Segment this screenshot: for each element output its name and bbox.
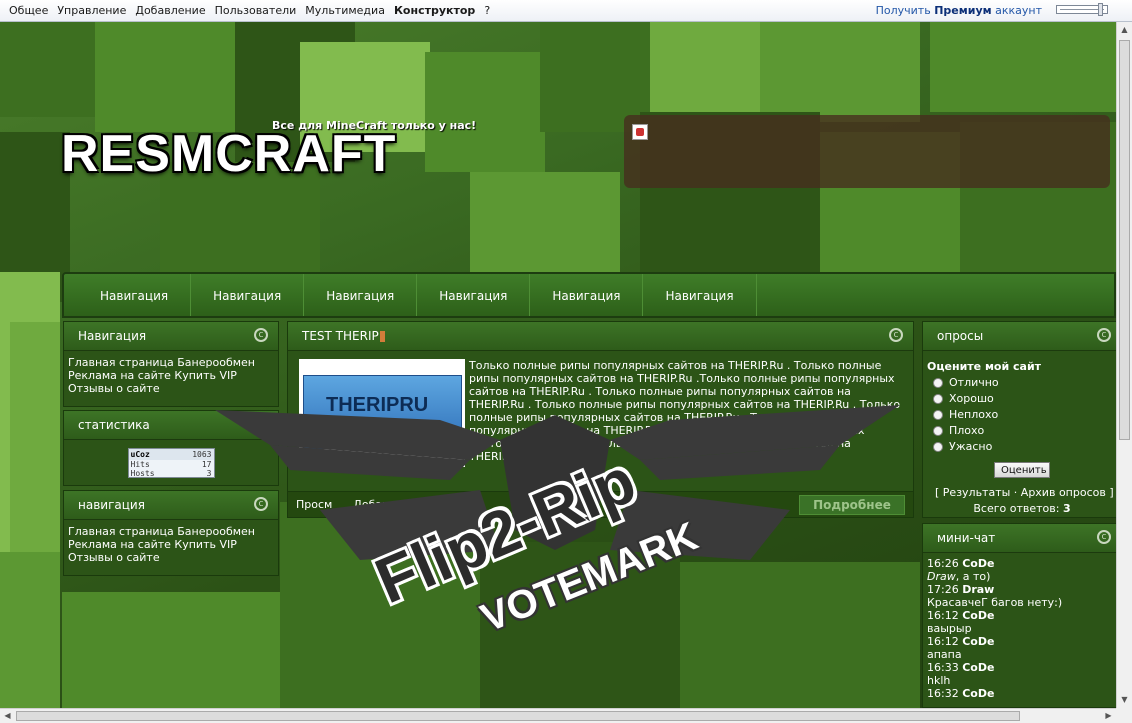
link-advertising[interactable]: Реклама на сайте — [68, 369, 171, 382]
main-navbar: Навигация Навигация Навигация Навигация … — [62, 272, 1116, 318]
nav-item-5[interactable]: Навигация — [530, 274, 644, 316]
chat-message: 17:26 Draw КрасавчеГ багов нету:) — [927, 583, 1063, 609]
header-banner[interactable] — [624, 115, 1110, 188]
admin-menu: Общее Управление Добавление Пользователи… — [9, 4, 490, 17]
admin-menu-constructor[interactable]: Конструктор — [394, 4, 475, 17]
poll-title: опросы — [937, 329, 984, 343]
poll-option[interactable]: Ужасно — [927, 440, 1117, 453]
scroll-thumb[interactable] — [1119, 40, 1130, 440]
poll-option[interactable]: Плохо — [927, 424, 1117, 437]
admin-toolbar: Общее Управление Добавление Пользователи… — [0, 0, 1132, 22]
vertical-scrollbar[interactable]: ▲ ▼ — [1116, 22, 1132, 708]
radio-icon[interactable] — [933, 393, 943, 404]
scroll-left-icon[interactable]: ◀ — [0, 709, 15, 723]
premium-bold: Премиум — [934, 4, 992, 17]
radio-icon[interactable] — [933, 409, 943, 420]
nav-item-3[interactable]: Навигация — [304, 274, 418, 316]
toolbar-slider[interactable] — [1056, 3, 1108, 16]
link-advertising[interactable]: Реклама на сайте — [68, 538, 171, 551]
poll-total: Всего ответов: 3 — [973, 502, 1071, 515]
chat-message: 16:12 CoDe ваырыр — [927, 609, 995, 635]
link-reviews[interactable]: Отзывы о сайте — [68, 551, 160, 564]
copyright-icon: c — [254, 328, 268, 342]
premium-link[interactable]: Получить Премиум аккаунт — [876, 4, 1042, 17]
chat-message: 16:26 CoDe Draw, а то) — [927, 557, 995, 583]
copyright-icon: c — [1097, 328, 1111, 342]
poll-block: опросы c Оцените мой сайт Отлично Хорошо… — [922, 321, 1122, 518]
nav-block-title: Навигация — [78, 329, 147, 343]
watermark-logo: Flip2-Rip VOTEMARK — [200, 400, 910, 700]
vote-button[interactable]: Оценить — [994, 462, 1050, 478]
radio-icon[interactable] — [933, 377, 943, 388]
admin-menu-add[interactable]: Добавление — [135, 4, 205, 17]
poll-results-links[interactable]: [ Результаты · Архив опросов ] — [927, 486, 1117, 499]
link-banner-exchange[interactable]: Банерообмен — [177, 356, 255, 369]
radio-icon[interactable] — [933, 425, 943, 436]
hits-label: Hits — [130, 460, 150, 469]
poll-option[interactable]: Неплохо — [927, 408, 1117, 421]
nav-block: Навигация c Главная страница Банерообмен… — [63, 321, 279, 407]
link-reviews[interactable]: Отзывы о сайте — [68, 382, 160, 395]
horizontal-scrollbar[interactable]: ◀ ▶ — [0, 708, 1116, 723]
chat-title: мини-чат — [937, 531, 996, 545]
entry-title[interactable]: TEST THERIP — [302, 329, 379, 343]
nav-item-2[interactable]: Навигация — [191, 274, 305, 316]
link-home[interactable]: Главная страница — [68, 356, 174, 369]
copyright-icon: c — [889, 328, 903, 342]
scrollbar-corner — [1116, 708, 1132, 723]
link-home[interactable]: Главная страница — [68, 525, 174, 538]
link-buy-vip[interactable]: Купить VIP — [174, 369, 236, 382]
scroll-thumb[interactable] — [16, 711, 1020, 721]
copyright-icon: c — [1097, 530, 1111, 544]
premium-suffix: аккаунт — [995, 4, 1042, 17]
poll-option[interactable]: Отлично — [927, 376, 1117, 389]
scroll-up-icon[interactable]: ▲ — [1117, 22, 1132, 38]
admin-menu-help[interactable]: ? — [484, 4, 490, 17]
scroll-right-icon[interactable]: ▶ — [1101, 709, 1116, 723]
admin-menu-multimedia[interactable]: Мультимедиа — [305, 4, 385, 17]
chat-messages: 16:26 CoDe Draw, а то) 17:26 Draw Красав… — [923, 553, 1121, 704]
hosts-label: Hosts — [130, 469, 155, 478]
nav-item-1[interactable]: Навигация — [78, 274, 192, 316]
counter-brand: uCoz — [130, 450, 150, 459]
mini-chat-block: мини-чат c 16:26 CoDe Draw, а то) 17:26 … — [922, 523, 1122, 708]
nav-block-2-title: навигация — [78, 498, 145, 512]
nav-item-6[interactable]: Навигация — [643, 274, 757, 316]
chat-message: 16:33 CoDe hklh — [927, 661, 995, 687]
poll-question: Оцените мой сайт — [927, 360, 1042, 373]
admin-menu-users[interactable]: Пользователи — [215, 4, 297, 17]
admin-menu-management[interactable]: Управление — [57, 4, 126, 17]
radio-icon[interactable] — [933, 441, 943, 452]
site-logo[interactable]: RESMCRAFT — [61, 124, 396, 184]
chat-message: 16:12 CoDe апапа — [927, 635, 995, 661]
admin-menu-general[interactable]: Общее — [9, 4, 48, 17]
nav-item-4[interactable]: Навигация — [417, 274, 531, 316]
chat-message: 16:32 CoDe — [927, 687, 995, 700]
broken-image-icon — [632, 124, 648, 140]
scroll-down-icon[interactable]: ▼ — [1117, 692, 1132, 708]
text-cursor — [379, 331, 385, 342]
poll-option[interactable]: Хорошо — [927, 392, 1117, 405]
premium-prefix: Получить — [875, 4, 931, 17]
stats-block-title: статистика — [78, 418, 150, 432]
